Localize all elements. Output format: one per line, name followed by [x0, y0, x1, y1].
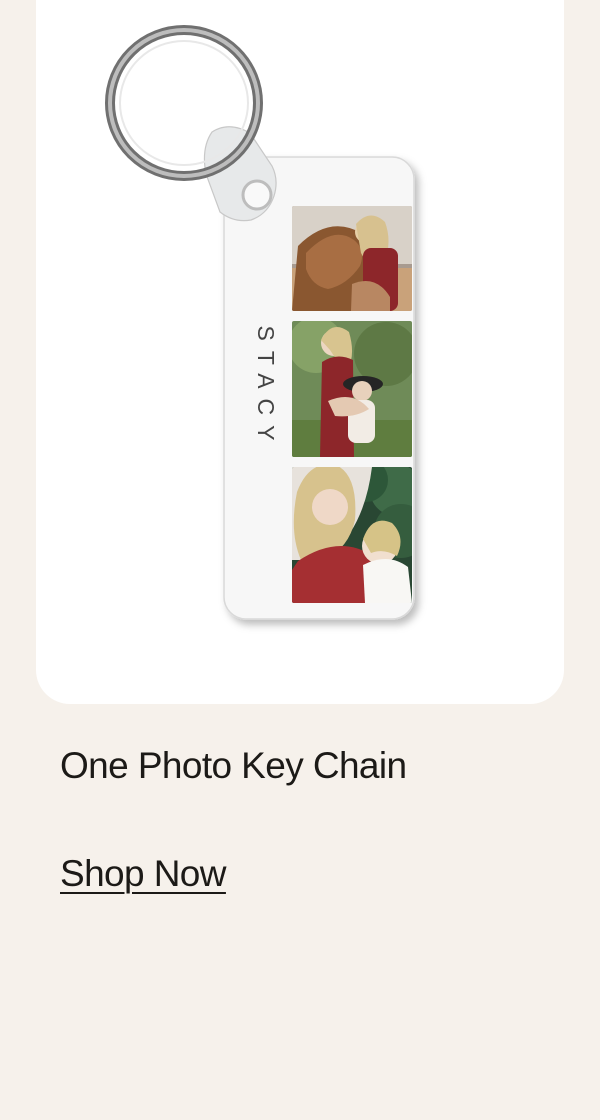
keychain-mock: STACY	[105, 25, 415, 620]
product-title: One Photo Key Chain	[60, 745, 407, 786]
product-card[interactable]: STACY	[36, 0, 564, 704]
photo-1	[292, 206, 412, 311]
engraved-name: STACY	[253, 326, 279, 451]
keyring-icon	[105, 25, 263, 181]
product-image[interactable]: STACY	[36, 0, 564, 704]
photo-2	[292, 321, 412, 457]
photo-3	[292, 467, 412, 603]
shop-now-link[interactable]: Shop Now	[60, 848, 227, 900]
